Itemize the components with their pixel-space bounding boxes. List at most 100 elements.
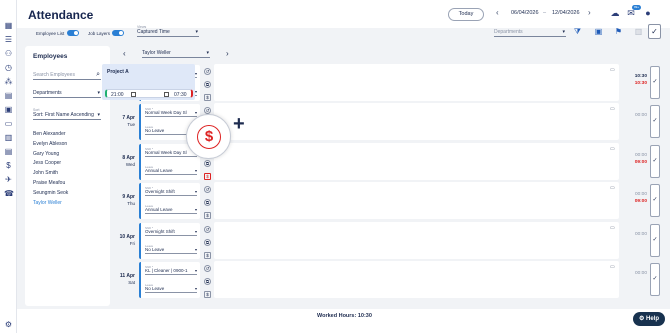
employee-item[interactable]: Evelyn Ableson xyxy=(33,140,68,150)
settings-icon[interactable]: ⚙ xyxy=(4,321,13,329)
approve-day-button[interactable]: ✓ xyxy=(650,145,660,178)
comment-icon[interactable]: ▭ xyxy=(610,225,617,231)
shift-value: Normal Week Day Sl xyxy=(145,110,187,115)
dollar-icon[interactable]: $ xyxy=(4,162,13,170)
dollar-icon[interactable]: $ xyxy=(204,291,211,298)
delete-icon[interactable]: ▥ xyxy=(633,26,644,37)
employee-list-toggle[interactable] xyxy=(67,30,79,36)
leave-select[interactable]: Leave Annual Leave ▾ xyxy=(145,204,197,214)
comment-icon[interactable]: ▭ xyxy=(610,264,617,270)
calendar-icon[interactable]: ▣ xyxy=(4,106,13,114)
approve-day-button[interactable]: ✓ xyxy=(650,105,660,138)
prev-employee-icon[interactable]: ‹ xyxy=(123,49,126,58)
leave-select[interactable]: Leave Annual Leave ▾ xyxy=(145,165,197,175)
history-icon[interactable]: ↺ xyxy=(204,265,211,272)
project-start-time[interactable]: 21:00 xyxy=(111,92,124,98)
employee-item-selected[interactable]: Taylor Weller xyxy=(33,199,68,209)
clock-icon[interactable]: ◷ xyxy=(4,64,13,72)
help-button[interactable]: ⚙ Help xyxy=(633,312,665,326)
report-icon[interactable]: ▤ xyxy=(4,148,13,156)
dollar-icon[interactable]: $ xyxy=(204,212,211,219)
copy-icon[interactable]: ⧉ xyxy=(204,278,211,285)
history-icon[interactable]: ↺ xyxy=(204,186,211,193)
day-content-area[interactable] xyxy=(214,222,619,259)
date-from[interactable]: 06/04/2026 xyxy=(511,10,539,16)
day-content-area[interactable] xyxy=(214,143,619,180)
filter-icon[interactable]: ⧩ xyxy=(572,26,583,37)
plane-icon[interactable]: ✈ xyxy=(4,176,13,184)
shift-select[interactable]: Shift *Overnight Shift▾ xyxy=(145,226,197,236)
dollar-icon[interactable]: $ xyxy=(197,125,221,149)
prev-week-icon[interactable]: ‹ xyxy=(496,8,499,17)
employee-item[interactable]: Jess Cooper xyxy=(33,159,68,169)
copy-icon[interactable]: ⧉ xyxy=(204,81,211,88)
copy-icon[interactable]: ⧉ xyxy=(204,199,211,206)
departments-filter[interactable]: Departments ▾ xyxy=(494,28,566,37)
employees-departments-select[interactable]: Departments ▾ xyxy=(33,89,101,98)
copy-icon[interactable]: ⧉ xyxy=(204,239,211,246)
comment-icon[interactable]: ▭ xyxy=(610,185,617,191)
project-time-range[interactable]: 21:00 07:30 xyxy=(105,89,193,98)
history-icon[interactable]: ↺ xyxy=(204,107,211,114)
history-icon[interactable]: ↺ xyxy=(204,226,211,233)
project-end-time[interactable]: 07:30 xyxy=(174,92,187,98)
day-content-area[interactable] xyxy=(214,182,619,219)
employee-list-label: Employee List xyxy=(36,31,65,36)
dollar-icon[interactable]: $ xyxy=(204,173,211,180)
phone-icon[interactable]: ☎ xyxy=(4,190,14,198)
approve-all-button[interactable]: ✓ xyxy=(648,24,661,39)
dollar-icon[interactable]: $ xyxy=(204,252,211,259)
building-icon[interactable]: ▥ xyxy=(4,134,13,142)
employee-item[interactable]: Gary Young xyxy=(33,150,68,160)
approve-day-button[interactable]: ✓ xyxy=(650,184,660,217)
account-icon[interactable]: ● xyxy=(643,8,653,18)
shift-select[interactable]: Shift *Overnight Shift▾ xyxy=(145,186,197,196)
document-icon[interactable]: ▭ xyxy=(4,120,13,128)
people-icon[interactable]: ⚇ xyxy=(4,50,13,58)
comment-icon[interactable]: ▭ xyxy=(610,106,617,112)
list-icon[interactable]: ☰ xyxy=(4,36,13,44)
start-checkbox[interactable] xyxy=(131,91,136,97)
end-checkbox[interactable] xyxy=(164,91,169,97)
history-icon[interactable]: ↺ xyxy=(204,68,211,75)
chevron-down-icon: ▾ xyxy=(194,168,197,173)
flag-icon[interactable]: ⚑ xyxy=(613,26,624,37)
sort-select[interactable]: Sort Sort: First Name Ascending ▾ xyxy=(33,108,101,120)
add-icon[interactable]: + xyxy=(233,113,245,136)
day-label: 8 Apr Wed xyxy=(117,155,135,167)
employee-select[interactable]: Taylor Weller ▾ xyxy=(142,49,210,58)
next-week-icon[interactable]: › xyxy=(588,8,591,17)
date-to[interactable]: 12/04/2026 xyxy=(552,10,580,16)
sidebar: ▦ ☰ ⚇ ◷ ⁂ ▤ ▣ ▭ ▥ ▤ $ ✈ ☎ ⚙ xyxy=(0,0,17,333)
project-block[interactable]: Project A 21:00 07:30 xyxy=(102,64,195,100)
copy-icon[interactable]: ⧉ xyxy=(204,160,211,167)
employee-item[interactable]: Ben Alexander xyxy=(33,130,68,140)
leave-select[interactable]: LeaveNo Leave▾ xyxy=(145,283,197,293)
comment-icon[interactable]: ▭ xyxy=(610,146,617,152)
export-icon[interactable]: ▣ xyxy=(593,26,604,37)
day-content-area[interactable] xyxy=(214,64,619,101)
org-icon[interactable]: ⁂ xyxy=(4,78,13,86)
approve-day-button[interactable]: ✓ xyxy=(650,263,660,296)
approve-day-button[interactable]: ✓ xyxy=(650,66,660,99)
dashboard-icon[interactable]: ▦ xyxy=(4,22,13,30)
search-employees-input[interactable]: Search Employees ⌕ xyxy=(33,71,101,80)
employee-item[interactable]: John Smith xyxy=(33,169,68,179)
comment-icon[interactable]: ▭ xyxy=(610,67,617,73)
day-content-area[interactable] xyxy=(214,103,619,140)
day-label: 9 Apr Thu xyxy=(117,194,135,206)
next-employee-icon[interactable]: › xyxy=(226,49,229,58)
employee-item[interactable]: Seungmin Seok xyxy=(33,189,68,199)
job-layers-toggle[interactable] xyxy=(112,30,124,36)
grid-icon[interactable]: ▤ xyxy=(4,92,13,100)
today-button[interactable]: Today xyxy=(448,8,484,21)
approve-day-button[interactable]: ✓ xyxy=(650,224,660,257)
view-select[interactable]: Views Captured Time ▾ xyxy=(137,25,199,37)
shift-select[interactable]: Shift *Normal Week Day Sl▾ xyxy=(145,107,197,117)
day-content-area[interactable] xyxy=(214,261,619,298)
cloud-icon[interactable]: ☁ xyxy=(610,8,620,18)
dollar-icon[interactable]: $ xyxy=(204,94,211,101)
shift-select[interactable]: Shift * KL | Cleaner | 0900-1 ▾ xyxy=(145,265,197,275)
employee-item[interactable]: Praise Meafou xyxy=(33,179,68,189)
leave-select[interactable]: LeaveNo Leave▾ xyxy=(145,244,197,254)
